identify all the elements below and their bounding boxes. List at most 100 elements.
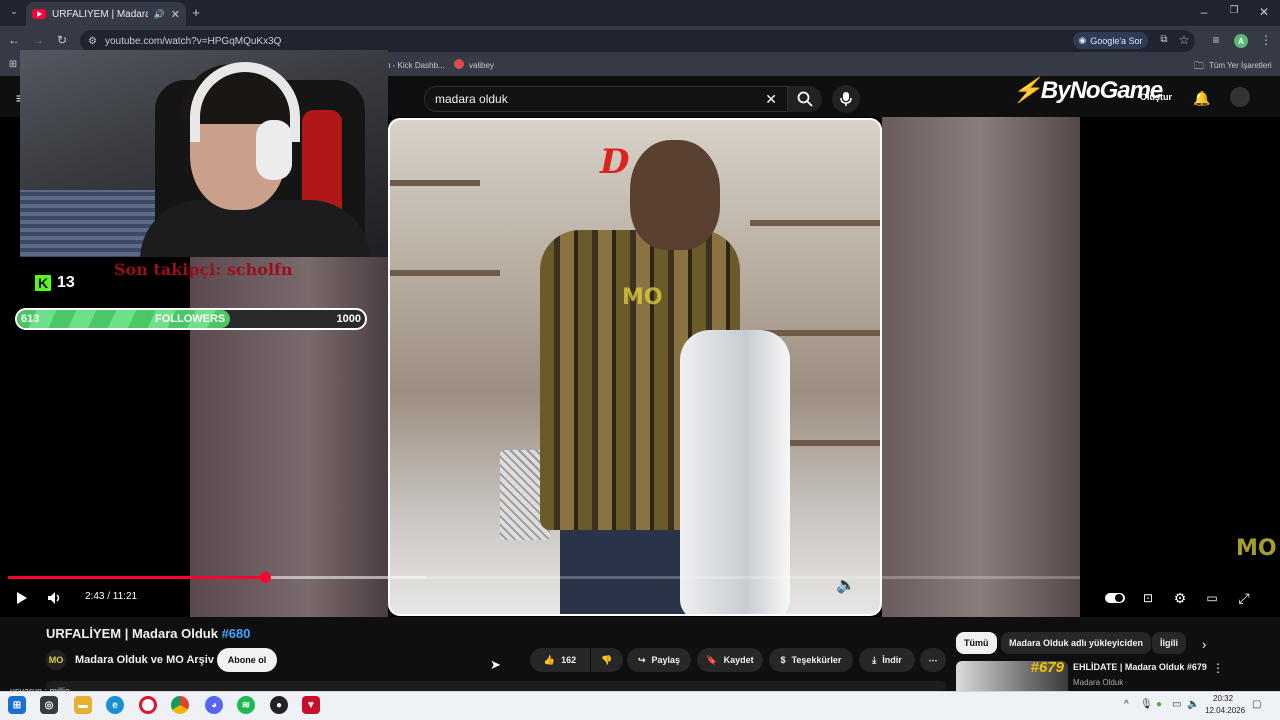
thumbs-up-icon: 👍 bbox=[543, 654, 556, 665]
search-button[interactable] bbox=[788, 86, 822, 112]
save-button[interactable]: 🔖 Kaydet bbox=[697, 648, 763, 672]
progress-bar[interactable] bbox=[8, 572, 1080, 583]
chip-related[interactable]: İlgili bbox=[1152, 632, 1186, 654]
windows-taskbar bbox=[0, 691, 1280, 720]
recommended-menu-icon[interactable]: ⋮ bbox=[1212, 661, 1224, 675]
speaker-icon[interactable]: 🔊 bbox=[154, 9, 165, 20]
recommended-channel[interactable]: Madara Olduk bbox=[1073, 678, 1123, 687]
bookmark-icon: 🔖 bbox=[706, 654, 718, 665]
network-icon[interactable]: ▭ bbox=[1172, 699, 1181, 710]
google-sor-label: Google'a Sor bbox=[1090, 35, 1143, 46]
voice-search-button[interactable] bbox=[832, 85, 860, 113]
search-input[interactable]: madara olduk ✕ bbox=[424, 86, 788, 112]
video-title-hashtag[interactable]: #680 bbox=[222, 626, 251, 641]
autoplay-toggle[interactable] bbox=[1104, 588, 1126, 608]
video-content[interactable]: D MO 🔈 bbox=[388, 118, 882, 616]
store-logo-icon: D bbox=[600, 142, 630, 182]
followers-goal-bar: 613 FOLLOWERS 1000 bbox=[15, 308, 367, 330]
restore-icon[interactable]: ❐ bbox=[1226, 5, 1242, 16]
webcam-overlay bbox=[20, 50, 388, 257]
tab-title: URFALİYEM | Madara Olduk bbox=[52, 8, 148, 20]
app-red-icon[interactable]: ▼ bbox=[302, 696, 320, 714]
play-button[interactable] bbox=[12, 588, 32, 608]
minimize-icon[interactable]: – bbox=[1196, 5, 1212, 19]
more-dots-icon: ⋯ bbox=[928, 654, 938, 665]
user-avatar[interactable] bbox=[1230, 87, 1250, 107]
install-icon[interactable]: ⧉ bbox=[1156, 34, 1172, 45]
bookmark-valibey[interactable]: valibey bbox=[469, 61, 494, 70]
opera-icon[interactable] bbox=[139, 696, 157, 714]
edge-icon[interactable]: e bbox=[106, 696, 124, 714]
file-explorer-icon[interactable]: ▬ bbox=[74, 696, 92, 714]
download-button[interactable]: ⤓ İndir bbox=[859, 648, 915, 672]
address-bar[interactable]: ⚙ youtube.com/watch?v=HPGqMQuKx3Q bbox=[80, 30, 1195, 52]
app-icon[interactable]: ◎ bbox=[40, 696, 58, 714]
all-bookmarks[interactable]: Tüm Yer İşaretleri bbox=[1209, 61, 1272, 70]
volume-tray-icon[interactable]: 🔈 bbox=[1187, 699, 1199, 710]
notifications-bell-icon[interactable]: 🔔 bbox=[1193, 90, 1210, 107]
settings-button[interactable]: ⚙ bbox=[1170, 588, 1190, 608]
shelf bbox=[790, 440, 880, 446]
more-actions-button[interactable]: ⋯ bbox=[920, 648, 946, 672]
clear-search-icon[interactable]: ✕ bbox=[765, 91, 777, 108]
youtube-favicon-icon bbox=[32, 9, 46, 19]
channel-avatar[interactable]: MO bbox=[46, 650, 66, 670]
theater-icon: ▭ bbox=[1206, 591, 1218, 605]
clock-time[interactable]: 20:32 bbox=[1213, 694, 1233, 703]
clock-date[interactable]: 12.04.2026 bbox=[1205, 706, 1245, 715]
chip-all[interactable]: Tümü bbox=[956, 632, 997, 654]
obs-icon[interactable]: ● bbox=[270, 696, 288, 714]
thanks-label: Teşekkürler bbox=[791, 655, 842, 665]
spotify-icon[interactable]: ≋ bbox=[237, 696, 255, 714]
browser-tab[interactable]: URFALİYEM | Madara Olduk 🔊 ✕ bbox=[26, 2, 186, 26]
corner-watermark: MO bbox=[1236, 536, 1277, 561]
recommended-title[interactable]: EHLİDATE | Madara Olduk #679 bbox=[1073, 662, 1207, 672]
new-tab-icon[interactable]: + bbox=[188, 5, 204, 20]
volume-button[interactable] bbox=[45, 588, 65, 608]
tray-expand-icon[interactable]: ^ bbox=[1124, 699, 1129, 710]
apps-icon[interactable]: ⊞ bbox=[5, 59, 21, 70]
menu-icon[interactable]: ⋮ bbox=[1258, 33, 1274, 47]
start-icon[interactable]: ⊞ bbox=[8, 696, 26, 714]
site-info-icon[interactable]: ⚙ bbox=[88, 36, 97, 47]
back-icon[interactable]: ← bbox=[6, 33, 22, 47]
recommended-thumbnail[interactable]: #679 bbox=[956, 661, 1068, 691]
create-button[interactable]: Oluştur bbox=[1140, 92, 1172, 102]
followers-goal: 1000 bbox=[336, 313, 361, 325]
reload-icon[interactable]: ↻ bbox=[54, 33, 70, 47]
subscribe-button[interactable]: Abone ol bbox=[217, 648, 277, 672]
mic-tray-icon[interactable]: 🎙 bbox=[1140, 699, 1153, 710]
tab-search-icon[interactable]: ⌄ bbox=[6, 6, 22, 17]
dislike-button[interactable]: 👎 bbox=[591, 648, 623, 672]
fullscreen-icon: ⤢ bbox=[1238, 589, 1250, 606]
fullscreen-button[interactable]: ⤢ bbox=[1234, 588, 1254, 608]
subtitles-button[interactable]: ⊡ bbox=[1138, 588, 1158, 608]
notification-center-icon[interactable]: ▢ bbox=[1252, 699, 1261, 710]
comment-box[interactable] bbox=[46, 681, 946, 691]
nvidia-tray-icon[interactable]: ● bbox=[1156, 699, 1162, 710]
close-tab-icon[interactable]: ✕ bbox=[171, 8, 180, 21]
chrome-icon[interactable] bbox=[171, 696, 189, 714]
profile-avatar[interactable]: A bbox=[1234, 34, 1248, 48]
channel-name[interactable]: Madara Olduk ve MO Arşiv bbox=[75, 654, 214, 666]
blurred-background-right bbox=[882, 117, 1080, 617]
chevron-right-icon[interactable]: › bbox=[1202, 637, 1206, 652]
last-follower-text: Son takipçi: scholfn bbox=[114, 260, 293, 279]
like-button[interactable]: 👍 162 bbox=[530, 648, 590, 672]
autoplay-icon bbox=[1105, 593, 1125, 603]
thanks-button[interactable]: $ Teşekkürler bbox=[769, 648, 853, 672]
bookmark-star-icon[interactable]: ☆ bbox=[1176, 33, 1192, 47]
google-sor-button[interactable]: ◉ Google'a Sor bbox=[1073, 32, 1148, 49]
theater-mode-button[interactable]: ▭ bbox=[1202, 588, 1222, 608]
time-display: 2:43 / 11:21 bbox=[85, 591, 138, 602]
volume-icon bbox=[48, 592, 60, 604]
close-window-icon[interactable]: ✕ bbox=[1256, 5, 1272, 19]
forward-icon[interactable]: → bbox=[30, 33, 46, 47]
white-sack bbox=[680, 330, 790, 614]
chip-from-uploader[interactable]: Madara Olduk adlı yükleyiciden bbox=[1001, 632, 1152, 654]
share-button[interactable]: ↪ Paylaş bbox=[627, 648, 691, 672]
media-controls-icon[interactable]: ≡ bbox=[1208, 33, 1224, 47]
play-icon bbox=[17, 592, 27, 604]
bookmark-kick[interactable]: n - Kick Dashb... bbox=[386, 61, 445, 70]
discord-icon[interactable]: ◕ bbox=[205, 696, 223, 714]
